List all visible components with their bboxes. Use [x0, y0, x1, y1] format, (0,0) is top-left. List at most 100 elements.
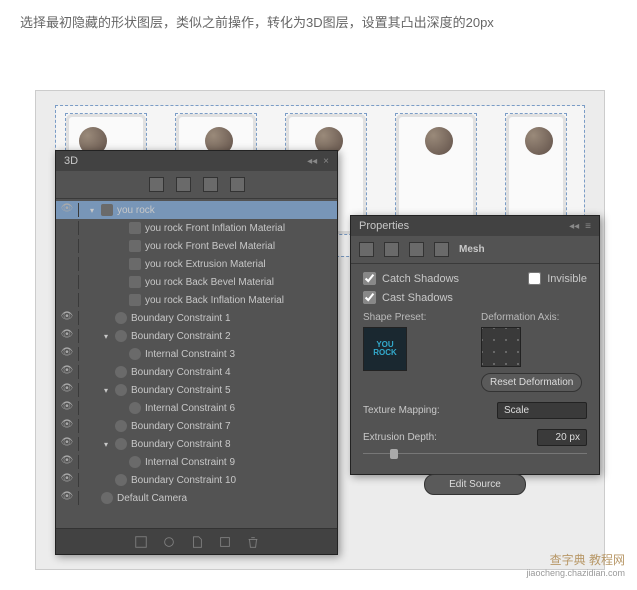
visibility-eye-icon[interactable]: 👁: [60, 329, 74, 343]
panel-header-controls: ◂◂ ×: [307, 156, 329, 167]
cast-shadows-checkbox[interactable]: Cast Shadows: [363, 291, 587, 304]
constraint-icon: [129, 402, 141, 414]
visibility-eye-icon[interactable]: 👁: [60, 203, 74, 217]
tab-cap-icon[interactable]: [409, 242, 424, 257]
disclosure-triangle[interactable]: ▾: [87, 206, 97, 215]
panel-3d-title: 3D: [64, 155, 78, 167]
visibility-eye-icon[interactable]: 👁: [60, 491, 74, 505]
visibility-eye-icon[interactable]: [60, 239, 74, 253]
add-icon[interactable]: [218, 535, 232, 549]
visibility-eye-icon[interactable]: [60, 221, 74, 235]
tree-row[interactable]: you rock Back Inflation Material: [56, 291, 337, 309]
camera-icon: [101, 492, 113, 504]
catch-shadows-checkbox[interactable]: Catch Shadows: [363, 272, 459, 285]
tree-row[interactable]: 👁Internal Constraint 6: [56, 399, 337, 417]
knob: [425, 127, 453, 155]
tab-deform-icon[interactable]: [384, 242, 399, 257]
visibility-eye-icon[interactable]: 👁: [60, 437, 74, 451]
visibility-eye-icon[interactable]: 👁: [60, 401, 74, 415]
disclosure-triangle[interactable]: ▾: [101, 440, 111, 449]
light-icon[interactable]: [162, 535, 176, 549]
tree-row[interactable]: you rock Front Bevel Material: [56, 237, 337, 255]
collapse-icon[interactable]: ◂◂: [569, 221, 579, 232]
instruction-text: 选择最初隐藏的形状图层，类似之前操作，转化为3D图层，设置其凸出深度的20px: [0, 0, 637, 31]
visibility-eye-icon[interactable]: 👁: [60, 311, 74, 325]
constraint-icon: [115, 420, 127, 432]
tree-row[interactable]: 👁 ▾ you rock: [56, 201, 337, 219]
render-icon[interactable]: [134, 535, 148, 549]
visibility-eye-icon[interactable]: 👁: [60, 455, 74, 469]
visibility-eye-icon[interactable]: 👁: [60, 419, 74, 433]
texture-mapping-label: Texture Mapping:: [363, 405, 489, 416]
disclosure-triangle[interactable]: ▾: [101, 386, 111, 395]
tree-row[interactable]: 👁 ▾ Boundary Constraint 5: [56, 381, 337, 399]
visibility-eye-icon[interactable]: [60, 275, 74, 289]
tree-item-label: you rock Back Inflation Material: [145, 295, 284, 306]
tree-item-label: you rock Front Inflation Material: [145, 223, 285, 234]
tree-row[interactable]: 👁Boundary Constraint 10: [56, 471, 337, 489]
panel-properties-header[interactable]: Properties ◂◂ ≡: [351, 216, 599, 236]
filter-scene-icon[interactable]: [149, 177, 164, 192]
disclosure-triangle[interactable]: ▾: [101, 332, 111, 341]
texture-mapping-select[interactable]: Scale: [497, 402, 587, 419]
filter-mesh-icon[interactable]: [176, 177, 191, 192]
tree-row[interactable]: 👁 Internal Constraint 3: [56, 345, 337, 363]
edit-source-button[interactable]: Edit Source: [424, 474, 526, 495]
material-icon: [101, 204, 113, 216]
panel-3d-filter-row: [56, 171, 337, 199]
tab-mesh-icon[interactable]: [359, 242, 374, 257]
collapse-icon[interactable]: ◂◂: [307, 156, 317, 167]
reset-deformation-button[interactable]: Reset Deformation: [481, 373, 582, 392]
properties-body: Catch Shadows Invisible Cast Shadows Sha…: [351, 264, 599, 503]
watermark: 查字典 教程网 jiaocheng.chazidian.com: [526, 551, 625, 578]
tree-item-label: Boundary Constraint 7: [131, 421, 231, 432]
shape-preset-thumb[interactable]: YOU ROCK: [363, 327, 407, 371]
visibility-eye-icon[interactable]: [60, 293, 74, 307]
layer-tree[interactable]: 👁 ▾ you rock you rock Front Inflation Mater…: [56, 199, 337, 534]
cast-shadows-label: Cast Shadows: [382, 292, 453, 304]
visibility-eye-icon[interactable]: 👁: [60, 365, 74, 379]
tree-item-label: Internal Constraint 3: [145, 349, 235, 360]
tree-row[interactable]: you rock Front Inflation Material: [56, 219, 337, 237]
tree-row[interactable]: you rock Extrusion Material: [56, 255, 337, 273]
knob: [525, 127, 553, 155]
tree-row[interactable]: 👁 Default Camera: [56, 489, 337, 507]
trash-icon[interactable]: [246, 535, 260, 549]
filter-light-icon[interactable]: [230, 177, 245, 192]
tree-item-label: Boundary Constraint 1: [131, 313, 231, 324]
tree-item-label: Boundary Constraint 5: [131, 385, 231, 396]
panel-properties: Properties ◂◂ ≡ Mesh Catch Shadows Invis…: [350, 215, 600, 475]
menu-icon[interactable]: ≡: [585, 221, 591, 232]
close-icon[interactable]: ×: [323, 156, 329, 167]
panel-header-controls: ◂◂ ≡: [569, 221, 591, 232]
material-icon: [129, 258, 141, 270]
invisible-checkbox[interactable]: Invisible: [528, 272, 587, 285]
filter-material-icon[interactable]: [203, 177, 218, 192]
tree-row[interactable]: 👁Boundary Constraint 4: [56, 363, 337, 381]
visibility-eye-icon[interactable]: 👁: [60, 383, 74, 397]
tree-row[interactable]: 👁▾Boundary Constraint 8: [56, 435, 337, 453]
tree-item-label: Default Camera: [117, 493, 187, 504]
catch-shadows-label: Catch Shadows: [382, 273, 459, 285]
constraint-icon: [115, 366, 127, 378]
new-icon[interactable]: [190, 535, 204, 549]
tree-row[interactable]: 👁Internal Constraint 9: [56, 453, 337, 471]
panel-3d-header[interactable]: 3D ◂◂ ×: [56, 151, 337, 171]
constraint-icon: [129, 348, 141, 360]
visibility-eye-icon[interactable]: 👁: [60, 347, 74, 361]
visibility-eye-icon[interactable]: [60, 257, 74, 271]
visibility-eye-icon[interactable]: 👁: [60, 473, 74, 487]
tree-row[interactable]: 👁▾Boundary Constraint 2: [56, 327, 337, 345]
panel-properties-title: Properties: [359, 220, 409, 232]
material-icon: [129, 222, 141, 234]
constraint-icon: [115, 438, 127, 450]
tree-item-label: you rock: [117, 205, 155, 216]
tree-row[interactable]: you rock Back Bevel Material: [56, 273, 337, 291]
tree-row[interactable]: 👁 Boundary Constraint 1: [56, 309, 337, 327]
shape-preset-label: Shape Preset:: [363, 312, 469, 323]
deformation-axis-grid[interactable]: [481, 327, 521, 367]
extrusion-depth-slider[interactable]: [363, 448, 587, 460]
tree-row[interactable]: 👁 Boundary Constraint 7: [56, 417, 337, 435]
tab-coord-icon[interactable]: [434, 242, 449, 257]
extrusion-depth-field[interactable]: 20 px: [537, 429, 587, 446]
